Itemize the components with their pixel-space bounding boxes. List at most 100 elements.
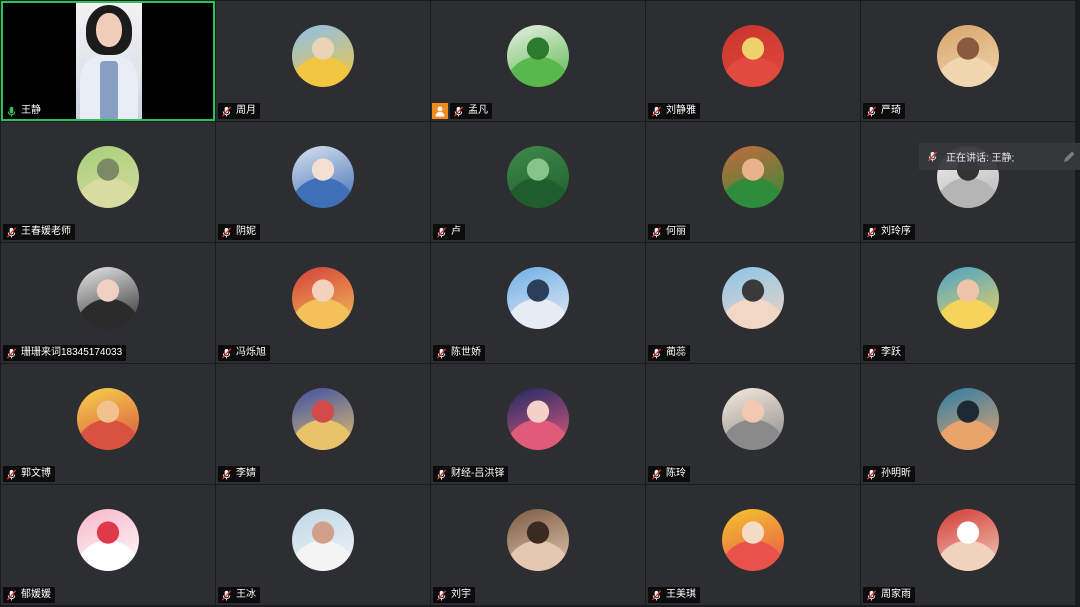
- avatar: [292, 146, 354, 208]
- participant-name: 王春媛老师: [21, 226, 71, 237]
- participant-name-tag: 王静: [3, 103, 45, 119]
- avatar: [507, 267, 569, 329]
- muted-mic-icon: [651, 347, 662, 359]
- participant-name: 刘玲序: [881, 226, 911, 237]
- muted-mic-icon: [221, 347, 232, 359]
- avatar: [292, 25, 354, 87]
- participant-tile[interactable]: 刘宇: [431, 485, 645, 605]
- participant-name-tag: 冯烁旭: [218, 345, 270, 361]
- participant-name: 孟凡: [468, 105, 488, 116]
- participant-tile[interactable]: 陈世娇: [431, 243, 645, 363]
- muted-mic-icon: [221, 468, 232, 480]
- muted-mic-icon: [866, 226, 877, 238]
- avatar: [77, 509, 139, 571]
- avatar: [722, 267, 784, 329]
- participant-name-tag: 王春媛老师: [3, 224, 75, 240]
- avatar: [722, 146, 784, 208]
- participant-tile[interactable]: 李跃: [861, 243, 1075, 363]
- speaking-text: 正在讲话: 王静;: [946, 153, 1015, 164]
- avatar: [292, 509, 354, 571]
- participant-name: 李跃: [881, 347, 901, 358]
- muted-mic-icon: [651, 468, 662, 480]
- participant-tile[interactable]: 卢: [431, 122, 645, 242]
- participant-tile[interactable]: 李婧: [216, 364, 430, 484]
- participant-name: 财经-吕洪铎: [451, 468, 505, 479]
- participant-name-tag: 财经-吕洪铎: [433, 466, 509, 482]
- participant-grid: 王静 周月 孟凡 刘静雅 严琦王春媛老师 阴妮 卢 何丽 刘玲序珊珊来词18345174033 冯…: [1, 1, 1075, 605]
- participant-name-tag: 陈世娇: [433, 345, 485, 361]
- avatar: [507, 25, 569, 87]
- avatar: [937, 267, 999, 329]
- participant-tile[interactable]: 冯烁旭: [216, 243, 430, 363]
- participant-tile[interactable]: 财经-吕洪铎: [431, 364, 645, 484]
- muted-mic-icon: [651, 105, 662, 117]
- participant-name: 李婧: [236, 468, 256, 479]
- participant-name-tag: 刘宇: [433, 587, 475, 603]
- edit-icon[interactable]: [1062, 150, 1076, 164]
- avatar: [937, 509, 999, 571]
- muted-mic-icon: [6, 468, 17, 480]
- participant-tile[interactable]: 刘静雅: [646, 1, 860, 121]
- avatar: [937, 388, 999, 450]
- muted-mic-icon: [651, 226, 662, 238]
- participant-tile[interactable]: 周家雨: [861, 485, 1075, 605]
- participant-name-tag: 郭文博: [3, 466, 55, 482]
- participant-name-tag: 王美琪: [648, 587, 700, 603]
- muted-mic-icon: [6, 589, 17, 601]
- muted-mic-icon: [6, 347, 17, 359]
- participant-tile[interactable]: 孙明昕: [861, 364, 1075, 484]
- video-feed: [76, 3, 142, 119]
- participant-name: 刘静雅: [666, 105, 696, 116]
- avatar: [722, 509, 784, 571]
- participant-tile[interactable]: 刘玲序: [861, 122, 1075, 242]
- muted-mic-icon: [866, 105, 877, 117]
- participant-name: 王静: [21, 105, 41, 116]
- participant-name-tag: 何丽: [648, 224, 690, 240]
- avatar: [937, 25, 999, 87]
- avatar: [292, 388, 354, 450]
- participant-tile[interactable]: 阴妮: [216, 122, 430, 242]
- muted-mic-icon: [651, 589, 662, 601]
- participant-name: 蔺蕊: [666, 347, 686, 358]
- participant-name: 刘宇: [451, 589, 471, 600]
- participant-name-tag: 郁媛媛: [3, 587, 55, 603]
- participant-name: 王美琪: [666, 589, 696, 600]
- participant-tile[interactable]: 郁媛媛: [1, 485, 215, 605]
- participant-tile[interactable]: 王冰: [216, 485, 430, 605]
- speaking-indicator: 正在讲话: 王静;: [919, 143, 1080, 170]
- muted-mic-icon: [866, 468, 877, 480]
- participant-name: 郭文博: [21, 468, 51, 479]
- participant-name-tag: 阴妮: [218, 224, 260, 240]
- participant-tile[interactable]: 孟凡: [431, 1, 645, 121]
- muted-mic-icon: [221, 226, 232, 238]
- avatar: [292, 267, 354, 329]
- participant-name: 陈玲: [666, 468, 686, 479]
- avatar: [722, 25, 784, 87]
- participant-tile[interactable]: 严琦: [861, 1, 1075, 121]
- speaking-mic-icon: [7, 106, 16, 117]
- avatar: [77, 388, 139, 450]
- participant-name-tag: 卢: [433, 224, 465, 240]
- participant-tile[interactable]: 何丽: [646, 122, 860, 242]
- participant-tile[interactable]: 郭文博: [1, 364, 215, 484]
- participant-tile[interactable]: 陈玲: [646, 364, 860, 484]
- participant-name: 何丽: [666, 226, 686, 237]
- participant-tile[interactable]: 周月: [216, 1, 430, 121]
- avatar: [507, 146, 569, 208]
- participant-name-tag: 李婧: [218, 466, 260, 482]
- participant-name-tag: 刘玲序: [863, 224, 915, 240]
- participant-tile[interactable]: 王美琪: [646, 485, 860, 605]
- muted-mic-icon: [221, 589, 232, 601]
- participant-tile[interactable]: 王静: [1, 1, 215, 121]
- muted-mic-icon: [6, 226, 17, 238]
- participant-tile[interactable]: 蔺蕊: [646, 243, 860, 363]
- participant-name-tag: 孟凡: [450, 103, 492, 119]
- participant-tile[interactable]: 王春媛老师: [1, 122, 215, 242]
- avatar: [507, 509, 569, 571]
- participant-name-tag: 蔺蕊: [648, 345, 690, 361]
- muted-mic-icon: [436, 468, 447, 480]
- participant-name-tag: 孙明昕: [863, 466, 915, 482]
- participant-name: 孙明昕: [881, 468, 911, 479]
- participant-tile[interactable]: 珊珊来词18345174033: [1, 243, 215, 363]
- avatar: [722, 388, 784, 450]
